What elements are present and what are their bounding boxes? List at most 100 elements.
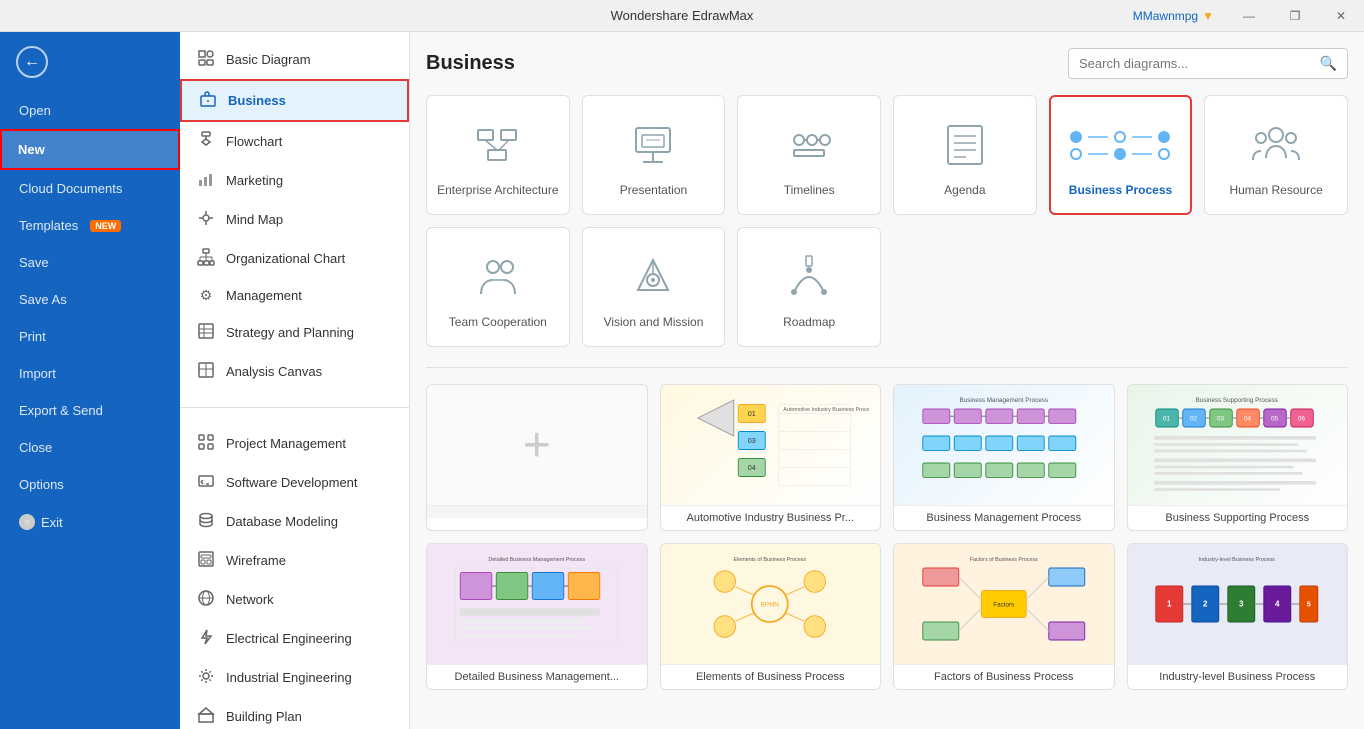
mid-panel-section-2: Project Management Software Development …: [180, 416, 409, 729]
mid-panel-item-management[interactable]: ⚙ Management: [180, 278, 409, 313]
svg-text:02: 02: [1191, 416, 1199, 423]
template-bsupporting[interactable]: Business Supporting Process 01 02 03 04 …: [1127, 384, 1349, 531]
mid-label-wireframe: Wireframe: [226, 553, 286, 568]
category-humanresource[interactable]: Human Resource: [1204, 95, 1348, 215]
titlebar: Wondershare EdrawMax MMawnmpg ▼ — ❐ ✕: [0, 0, 1364, 32]
category-roadmap[interactable]: Roadmap: [737, 227, 881, 347]
mid-panel-item-business[interactable]: Business: [180, 79, 409, 122]
sidebar-item-cloud[interactable]: Cloud Documents: [0, 170, 180, 207]
sidebar-label-options: Options: [19, 477, 64, 492]
mid-label-database: Database Modeling: [226, 514, 338, 529]
mid-panel-item-industrial[interactable]: Industrial Engineering: [180, 658, 409, 697]
template-automotive[interactable]: 01 03 04 Automotive Industry Business Pr…: [660, 384, 882, 531]
category-timelines[interactable]: Timelines: [737, 95, 881, 215]
svg-text:Elements of Business Process: Elements of Business Process: [734, 557, 807, 563]
elements-thumb-img: Elements of Business Process BPMN: [661, 544, 881, 664]
industry-thumb-img: Industry-level Business Process 1 2 3 4: [1128, 544, 1348, 664]
mid-label-software: Software Development: [226, 475, 358, 490]
window-controls: — ❐ ✕: [1226, 0, 1364, 32]
mid-panel-item-marketing[interactable]: Marketing: [180, 161, 409, 200]
humanresource-card-label: Human Resource: [1229, 183, 1322, 199]
mid-panel-item-software[interactable]: Software Development: [180, 463, 409, 502]
sidebar-item-open[interactable]: Open: [0, 92, 180, 129]
main-layout: ← Open New Cloud Documents Templates NEW…: [0, 32, 1364, 729]
mid-panel-item-strategy[interactable]: Strategy and Planning: [180, 313, 409, 352]
template-blank[interactable]: +: [426, 384, 648, 531]
category-teamcooperation[interactable]: Team Cooperation: [426, 227, 570, 347]
sidebar-item-new[interactable]: New: [0, 129, 180, 170]
template-factors[interactable]: Factors of Business Process Factors: [893, 543, 1115, 690]
sidebar-item-saveas[interactable]: Save As: [0, 281, 180, 318]
sidebar-label-cloud: Cloud Documents: [19, 181, 122, 196]
mid-panel-item-network[interactable]: Network: [180, 580, 409, 619]
minimize-button[interactable]: —: [1226, 0, 1272, 32]
search-input[interactable]: [1079, 56, 1320, 71]
svg-text:Business Management Process: Business Management Process: [959, 397, 1048, 404]
template-detailed[interactable]: Detailed Business Management Process: [426, 543, 648, 690]
mid-panel-item-wireframe[interactable]: Wireframe: [180, 541, 409, 580]
mid-label-mindmap: Mind Map: [226, 212, 283, 227]
sidebar-item-close[interactable]: Close: [0, 429, 180, 466]
mid-panel-divider: [180, 407, 409, 408]
mid-panel-item-orgchart[interactable]: Organizational Chart: [180, 239, 409, 278]
template-industry[interactable]: Industry-level Business Process 1 2 3 4: [1127, 543, 1349, 690]
svg-text:Business Supporting Process: Business Supporting Process: [1196, 397, 1278, 404]
svg-text:Detailed Business Management P: Detailed Business Management Process: [488, 557, 585, 563]
sidebar-label-new: New: [18, 142, 45, 157]
sidebar-item-export[interactable]: Export & Send: [0, 392, 180, 429]
category-businessprocess[interactable]: Business Process: [1049, 95, 1193, 215]
svg-text:1: 1: [1167, 600, 1172, 609]
mid-panel-item-building[interactable]: Building Plan: [180, 697, 409, 729]
mid-panel-item-mindmap[interactable]: Mind Map: [180, 200, 409, 239]
sidebar-item-print[interactable]: Print: [0, 318, 180, 355]
category-enterprise[interactable]: Enterprise Architecture: [426, 95, 570, 215]
mid-panel-item-basic[interactable]: Basic Diagram: [180, 40, 409, 79]
building-icon: [196, 706, 216, 727]
svg-text:04: 04: [1245, 416, 1253, 423]
mid-panel-item-database[interactable]: Database Modeling: [180, 502, 409, 541]
back-button[interactable]: ←: [0, 32, 180, 92]
presentation-card-label: Presentation: [620, 183, 687, 199]
mid-panel-item-analysis[interactable]: Analysis Canvas: [180, 352, 409, 391]
mid-panel-item-project[interactable]: Project Management: [180, 424, 409, 463]
svg-text:06: 06: [1299, 416, 1307, 423]
content-area: Business 🔍 Enterprise Architecture Prese…: [410, 32, 1364, 729]
content-title: Business: [426, 52, 515, 75]
automotive-thumb-img: 01 03 04 Automotive Industry Business Pr…: [661, 385, 881, 505]
sidebar-item-options[interactable]: Options: [0, 466, 180, 503]
mid-panel-item-electrical[interactable]: Electrical Engineering: [180, 619, 409, 658]
search-bar: 🔍: [1068, 48, 1348, 79]
presentation-card-icon: [623, 115, 683, 175]
close-button[interactable]: ✕: [1318, 0, 1364, 32]
humanresource-card-icon: [1246, 115, 1306, 175]
roadmap-card-label: Roadmap: [783, 315, 835, 331]
user-info: MMawnmpg ▼: [1133, 0, 1214, 32]
mid-panel-item-flowchart[interactable]: Flowchart: [180, 122, 409, 161]
strategy-icon: [196, 322, 216, 343]
mid-label-business: Business: [228, 93, 286, 108]
thumb-grid-2: Detailed Business Management Process: [426, 543, 1348, 690]
svg-text:05: 05: [1272, 416, 1280, 423]
basic-diagram-icon: [196, 49, 216, 70]
sidebar-item-exit[interactable]: ○ Exit: [0, 503, 180, 541]
detailed-label: Detailed Business Management...: [427, 664, 647, 689]
search-icon: 🔍: [1320, 55, 1337, 72]
roadmap-card-icon: [779, 247, 839, 307]
template-elements[interactable]: Elements of Business Process BPMN Elemen…: [660, 543, 882, 690]
thumb-grid-1: + 01 03 04: [426, 384, 1348, 531]
sidebar-item-save[interactable]: Save: [0, 244, 180, 281]
sidebar-item-import[interactable]: Import: [0, 355, 180, 392]
category-presentation[interactable]: Presentation: [582, 95, 726, 215]
svg-text:Factors of Business Process: Factors of Business Process: [970, 557, 1038, 563]
template-bmanagement[interactable]: Business Management Process: [893, 384, 1115, 531]
user-dropdown-icon[interactable]: ▼: [1202, 9, 1214, 23]
timelines-card-icon: [779, 115, 839, 175]
sidebar-label-export: Export & Send: [19, 403, 103, 418]
maximize-button[interactable]: ❐: [1272, 0, 1318, 32]
category-visionmission[interactable]: Vision and Mission: [582, 227, 726, 347]
sidebar-item-templates[interactable]: Templates NEW: [0, 207, 180, 244]
mid-label-management: Management: [226, 288, 302, 303]
category-agenda[interactable]: Agenda: [893, 95, 1037, 215]
category-grid: Enterprise Architecture Presentation Tim…: [426, 95, 1348, 347]
business-icon: [198, 90, 218, 111]
